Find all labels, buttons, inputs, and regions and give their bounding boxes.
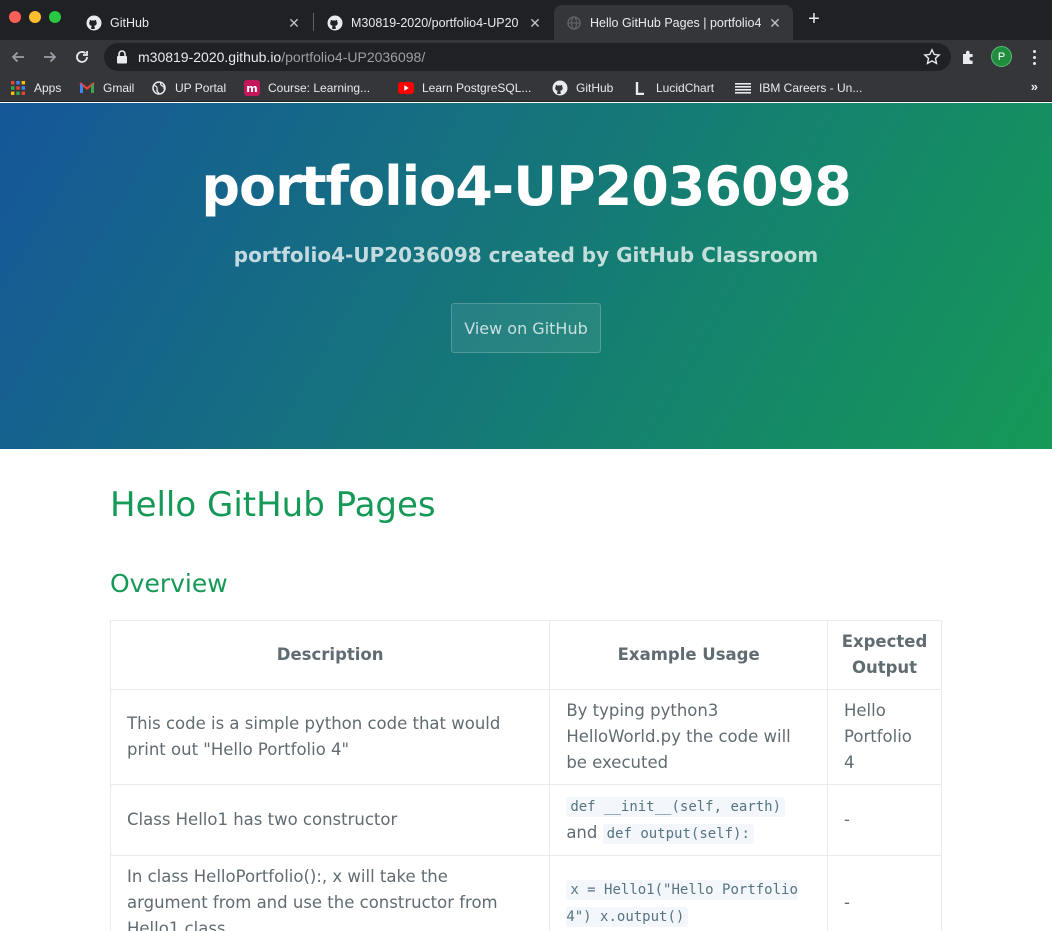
globe-icon [566,15,582,31]
minimize-window-button[interactable] [29,11,41,23]
tab-title: GitHub [110,15,149,30]
code-snippet: x = Hello1("Hello Portfolio 4") x.output… [566,880,798,927]
close-tab-icon[interactable]: ✕ [527,15,543,31]
bookmark-github[interactable]: GitHub [552,79,613,97]
github-icon [327,15,343,31]
apps-grid-icon [10,80,26,96]
gmail-icon [79,80,95,96]
close-tab-icon[interactable]: ✕ [767,15,783,31]
close-tab-icon[interactable]: ✕ [286,15,302,31]
github-icon [86,15,102,31]
bookmark-label: Gmail [103,81,135,95]
bookmark-postgresql[interactable]: Learn PostgreSQL... [398,79,531,97]
bookmark-ibm-careers[interactable]: IBM Careers - Un... [735,79,862,97]
bookmark-star-icon[interactable] [923,48,941,66]
header-expected-output: Expected Output [827,620,942,690]
table-header-row: Description Example Usage Expected Outpu… [109,620,942,690]
row-description: In class HelloPortfolio():, x will take … [109,855,551,931]
more-bookmarks-icon[interactable]: » [1031,79,1038,94]
bookmark-apps[interactable]: Apps [10,79,61,97]
maximize-window-button[interactable] [49,11,61,23]
code-snippet: def __init__(self, earth) [566,797,786,817]
code-snippet: def output(self): [602,824,754,844]
globe-icon [151,80,167,96]
row-description: This code is a simple python code that w… [109,689,551,785]
row-output: - [827,855,942,931]
url-host: m30819-2020.github.io [138,49,282,65]
ibm-icon [735,80,751,96]
row-usage: x = Hello1("Hello Portfolio 4") x.output… [549,855,828,931]
menu-kebab-icon[interactable] [1026,47,1042,67]
bookmarks-bar: Apps Gmail UP Portal m Course: Learning.… [0,73,1052,102]
overview-table: Description Example Usage Expected Outpu… [109,620,942,931]
back-icon[interactable] [6,45,30,69]
new-tab-icon[interactable]: + [804,9,824,29]
bookmark-lucidchart[interactable]: LucidChart [632,79,714,97]
lock-icon[interactable] [116,50,130,64]
section-title-overview: Overview [110,569,228,598]
svg-text:m: m [246,82,257,95]
header-description: Description [109,620,551,690]
lucidchart-icon [632,80,648,96]
row-output: Hello Portfolio 4 [827,689,942,785]
bookmark-label: Apps [34,81,62,95]
tab-github-pages[interactable]: Hello GitHub Pages | portfolio4 ✕ [554,5,793,40]
moodle-icon: m [244,80,260,96]
tab-github[interactable]: GitHub ✕ [74,5,312,40]
row-usage: By typing python3 HelloWorld.py the code… [549,689,828,785]
extensions-puzzle-icon[interactable] [960,48,978,66]
bookmark-label: Learn PostgreSQL... [422,81,532,95]
project-name: portfolio4-UP2036098 [201,155,851,218]
header-example-usage: Example Usage [549,620,828,690]
address-bar[interactable]: m30819-2020.github.io/portfolio4-UP20360… [104,43,951,71]
table-row: Class Hello1 has two constructor def __i… [109,784,942,856]
bookmark-label: UP Portal [175,81,227,95]
usage-connector: and [566,823,598,842]
youtube-icon [398,80,414,96]
bookmark-up-portal[interactable]: UP Portal [151,79,226,97]
row-usage: def __init__(self, earth) and def output… [549,784,828,856]
table-row: In class HelloPortfolio():, x will take … [109,855,942,931]
github-icon [552,80,568,96]
page-title: Hello GitHub Pages [110,485,436,525]
browser-toolbar: m30819-2020.github.io/portfolio4-UP20360… [0,40,1052,73]
page-header: portfolio4-UP2036098 portfolio4-UP203609… [0,103,1052,449]
tab-title: M30819-2020/portfolio4-UP20 [351,15,519,30]
url-path: /portfolio4-UP2036098/ [281,49,426,65]
close-window-button[interactable] [9,11,21,23]
bookmark-label: GitHub [576,81,614,95]
bookmark-label: LucidChart [656,81,715,95]
view-on-github-button[interactable]: View on GitHub [451,303,601,353]
tab-title: Hello GitHub Pages | portfolio4 [590,15,761,30]
project-tagline: portfolio4-UP2036098 created by GitHub C… [233,243,819,267]
bookmark-label: Course: Learning... [268,81,371,95]
tab-repository[interactable]: M30819-2020/portfolio4-UP20 ✕ [315,5,553,40]
forward-icon[interactable] [38,45,62,69]
table-row: This code is a simple python code that w… [109,689,942,785]
bookmark-course[interactable]: m Course: Learning... [244,79,370,97]
tab-strip: GitHub ✕ M30819-2020/portfolio4-UP20 ✕ H… [0,0,1052,40]
row-output: - [827,784,942,856]
bookmark-label: IBM Careers - Un... [759,81,863,95]
profile-avatar[interactable]: P [991,46,1012,67]
reload-icon[interactable] [70,45,94,69]
tab-separator [313,13,314,31]
row-description: Class Hello1 has two constructor [109,784,551,856]
bookmark-gmail[interactable]: Gmail [79,79,134,97]
